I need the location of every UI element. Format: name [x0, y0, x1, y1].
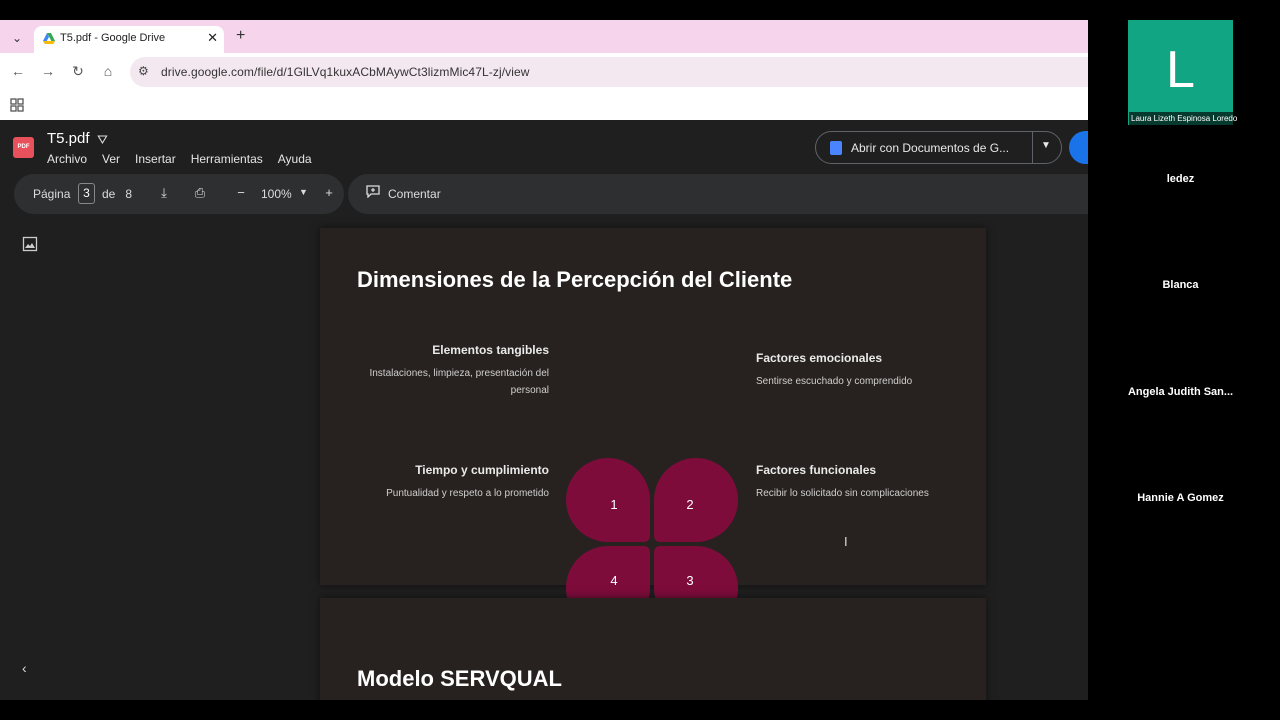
text-cursor-icon: I — [844, 534, 848, 549]
comment-toolbar: Comentar — [348, 174, 1088, 214]
download-icon[interactable]: ⤓ — [155, 184, 173, 202]
menu-insertar[interactable]: Insertar — [135, 152, 176, 166]
drive-pdf-viewer: PDF T5.pdf ⛛ Archivo Ver Insertar Herram… — [0, 120, 1088, 700]
participant-name[interactable]: ledez — [1088, 173, 1273, 185]
account-avatar[interactable] — [1069, 131, 1088, 164]
avatar-letter: L — [1166, 41, 1195, 99]
quadrant-4-title: Tiempo y cumplimiento — [415, 463, 549, 477]
address-bar[interactable]: ⚙ drive.google.com/file/d/1GlLVq1kuxACbM… — [130, 57, 1088, 87]
back-icon[interactable]: ← — [9, 62, 27, 80]
quadrant-3-title: Factores funcionales — [756, 463, 877, 477]
open-with-docs-button[interactable]: Abrir con Documentos de G... ▼ — [815, 131, 1062, 164]
url-text[interactable]: drive.google.com/file/d/1GlLVq1kuxACbMAy… — [161, 65, 530, 79]
apps-grid-icon[interactable] — [10, 98, 24, 112]
slide-title: Modelo SERVQUAL — [357, 666, 562, 691]
page-number-input[interactable]: 3 — [78, 183, 95, 204]
menu-archivo[interactable]: Archivo — [47, 152, 87, 166]
zoom-out-icon[interactable]: − — [232, 184, 250, 202]
quadrant-2-desc: Sentirse escuchado y comprendido — [756, 376, 913, 387]
comment-icon[interactable] — [366, 185, 380, 198]
petal-3-number: 3 — [686, 573, 694, 588]
screen: ⌄ T5.pdf - Google Drive ✕ + ← → ↻ ⌂ ⚙ dr… — [0, 0, 1280, 720]
participant-name: Laura Lizeth Espinosa Loredo — [1129, 112, 1240, 125]
menu-ver[interactable]: Ver — [102, 152, 120, 166]
print-icon[interactable]: ⎙ — [191, 184, 209, 202]
petal-2-number: 2 — [686, 497, 694, 512]
pdf-page-4: Modelo SERVQUAL — [320, 598, 986, 700]
file-menu-bar: Archivo Ver Insertar Herramientas Ayuda — [47, 152, 312, 166]
page-total: de 8 — [102, 187, 133, 201]
quadrant-3-desc: Recibir lo solicitado sin complicaciones — [756, 488, 929, 499]
slide-title: Dimensiones de la Percepción del Cliente — [357, 267, 793, 292]
open-with-dropdown-icon[interactable]: ▼ — [1041, 140, 1051, 151]
add-shortcut-drive-icon[interactable]: ⛛ — [97, 132, 108, 148]
image-icon[interactable] — [22, 236, 38, 252]
bookmarks-bar — [0, 90, 1088, 120]
reload-icon[interactable]: ↻ — [69, 62, 87, 80]
page-label: Página — [33, 187, 71, 201]
active-speaker-tile[interactable]: L Laura Lizeth Espinosa Loredo — [1128, 20, 1240, 125]
zoom-in-icon[interactable]: + — [320, 184, 338, 202]
tab-close-icon[interactable]: ✕ — [207, 30, 218, 46]
quadrant-1-title: Elementos tangibles — [432, 343, 549, 357]
participant-name[interactable]: Hannie A Gomez — [1088, 492, 1273, 504]
zoom-dropdown-icon[interactable]: ▼ — [299, 187, 308, 197]
button-divider — [1032, 132, 1033, 163]
google-docs-icon — [830, 141, 842, 155]
new-tab-icon[interactable]: + — [236, 27, 245, 45]
forward-icon[interactable]: → — [39, 62, 57, 80]
quadrant-4-desc: Puntualidad y respeto a lo prometido — [386, 488, 549, 499]
pdf-file-icon: PDF — [13, 137, 34, 158]
participant-name[interactable]: Blanca — [1088, 279, 1273, 291]
quadrant-2-title: Factores emocionales — [756, 351, 883, 365]
home-icon[interactable]: ⌂ — [99, 62, 117, 80]
petal-1-number: 1 — [610, 497, 618, 512]
menu-herramientas[interactable]: Herramientas — [191, 152, 263, 166]
open-with-label: Abrir con Documentos de G... — [851, 141, 1010, 155]
pdf-toolbar: Página 3 de 8 ⤓ ⎙ − 100% ▼ + — [14, 174, 344, 214]
file-title[interactable]: T5.pdf — [47, 130, 90, 147]
comment-button[interactable]: Comentar — [388, 187, 441, 201]
browser-tab-active[interactable]: T5.pdf - Google Drive ✕ — [34, 26, 224, 53]
participant-name[interactable]: Angela Judith San... — [1088, 386, 1273, 398]
menu-ayuda[interactable]: Ayuda — [278, 152, 312, 166]
browser-tab-bar: ⌄ T5.pdf - Google Drive ✕ + — [0, 20, 1088, 53]
petal-4-number: 4 — [610, 573, 618, 588]
quadrant-1-desc: Instalaciones, limpieza, presentación de… — [369, 368, 549, 396]
zoom-level[interactable]: 100% — [261, 187, 292, 201]
pdf-page-3: Dimensiones de la Percepción del Cliente… — [320, 228, 986, 630]
meeting-participants-panel: L Laura Lizeth Espinosa Loredo ledez Bla… — [1088, 20, 1280, 700]
google-drive-icon — [43, 33, 55, 44]
browser-nav-bar: ← → ↻ ⌂ ⚙ drive.google.com/file/d/1GlLVq… — [0, 53, 1088, 90]
site-settings-icon[interactable]: ⚙ — [138, 64, 149, 78]
tab-search-chevron-icon[interactable]: ⌄ — [8, 29, 26, 47]
tab-title: T5.pdf - Google Drive — [60, 32, 166, 44]
chevron-left-icon[interactable]: ‹ — [22, 660, 27, 676]
